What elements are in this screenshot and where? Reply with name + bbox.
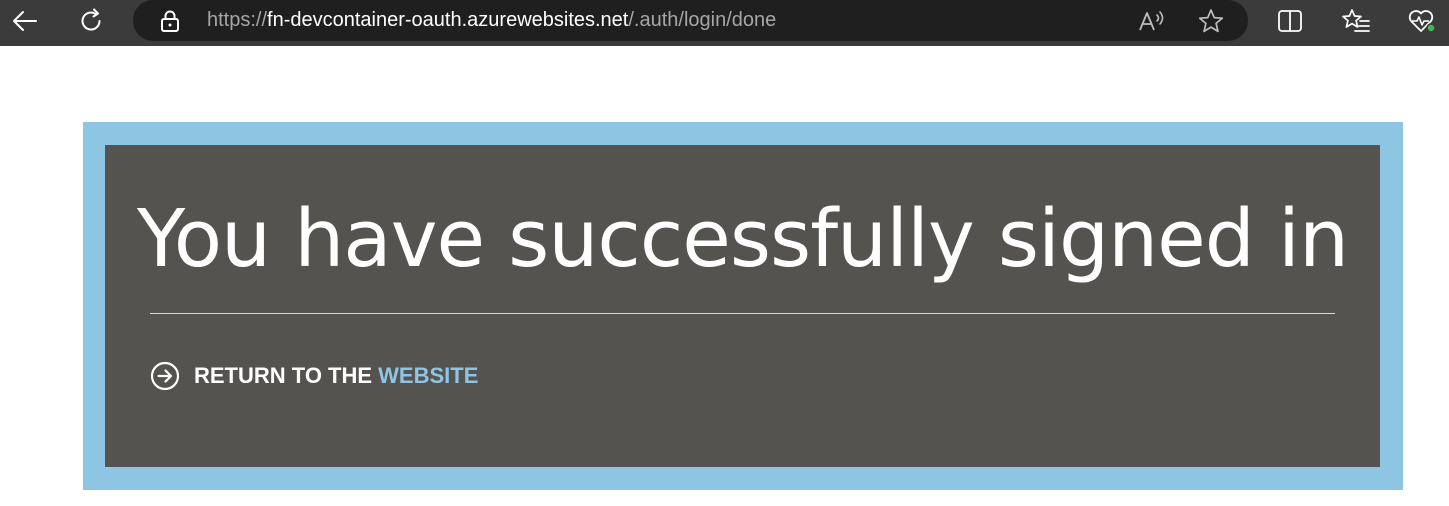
star-icon: [1198, 9, 1224, 33]
read-aloud-icon: [1139, 11, 1164, 31]
browser-essentials-button[interactable]: [1402, 3, 1442, 39]
lock-icon[interactable]: [159, 9, 181, 33]
arrow-circle-right-icon: [150, 361, 180, 391]
return-to-website-link[interactable]: RETURN TO THE WEBSITE: [150, 359, 478, 393]
url-path: /.auth/login/done: [628, 9, 777, 31]
browser-essentials-icon: [1408, 10, 1436, 33]
url-text[interactable]: https://fn-devcontainer-oauth.azurewebsi…: [207, 0, 776, 41]
browser-toolbar: https://fn-devcontainer-oauth.azurewebsi…: [0, 0, 1449, 46]
add-favorite-button[interactable]: [1195, 5, 1227, 37]
url-scheme: https://: [207, 9, 268, 31]
favorites-button[interactable]: [1336, 3, 1376, 39]
refresh-button[interactable]: [71, 3, 111, 39]
login-done-panel: You have successfully signed in RETURN T…: [105, 145, 1380, 467]
back-button[interactable]: [5, 3, 45, 39]
login-done-frame: You have successfully signed in RETURN T…: [83, 122, 1403, 490]
back-arrow-icon: [13, 11, 37, 31]
website-link-text[interactable]: WEBSITE: [378, 363, 478, 388]
page-title: You have successfully signed in: [136, 193, 1349, 285]
return-label: RETURN TO THE WEBSITE: [194, 363, 478, 389]
address-bar[interactable]: https://fn-devcontainer-oauth.azurewebsi…: [133, 0, 1248, 41]
refresh-icon: [81, 8, 101, 31]
split-screen-button[interactable]: [1270, 3, 1310, 39]
split-screen-icon: [1278, 10, 1302, 32]
favorites-list-icon: [1342, 9, 1370, 32]
divider: [150, 313, 1335, 314]
url-host: fn-devcontainer-oauth.azurewebsites.net: [267, 9, 629, 31]
read-aloud-button[interactable]: [1136, 5, 1168, 37]
return-prefix: RETURN TO THE: [194, 363, 373, 388]
